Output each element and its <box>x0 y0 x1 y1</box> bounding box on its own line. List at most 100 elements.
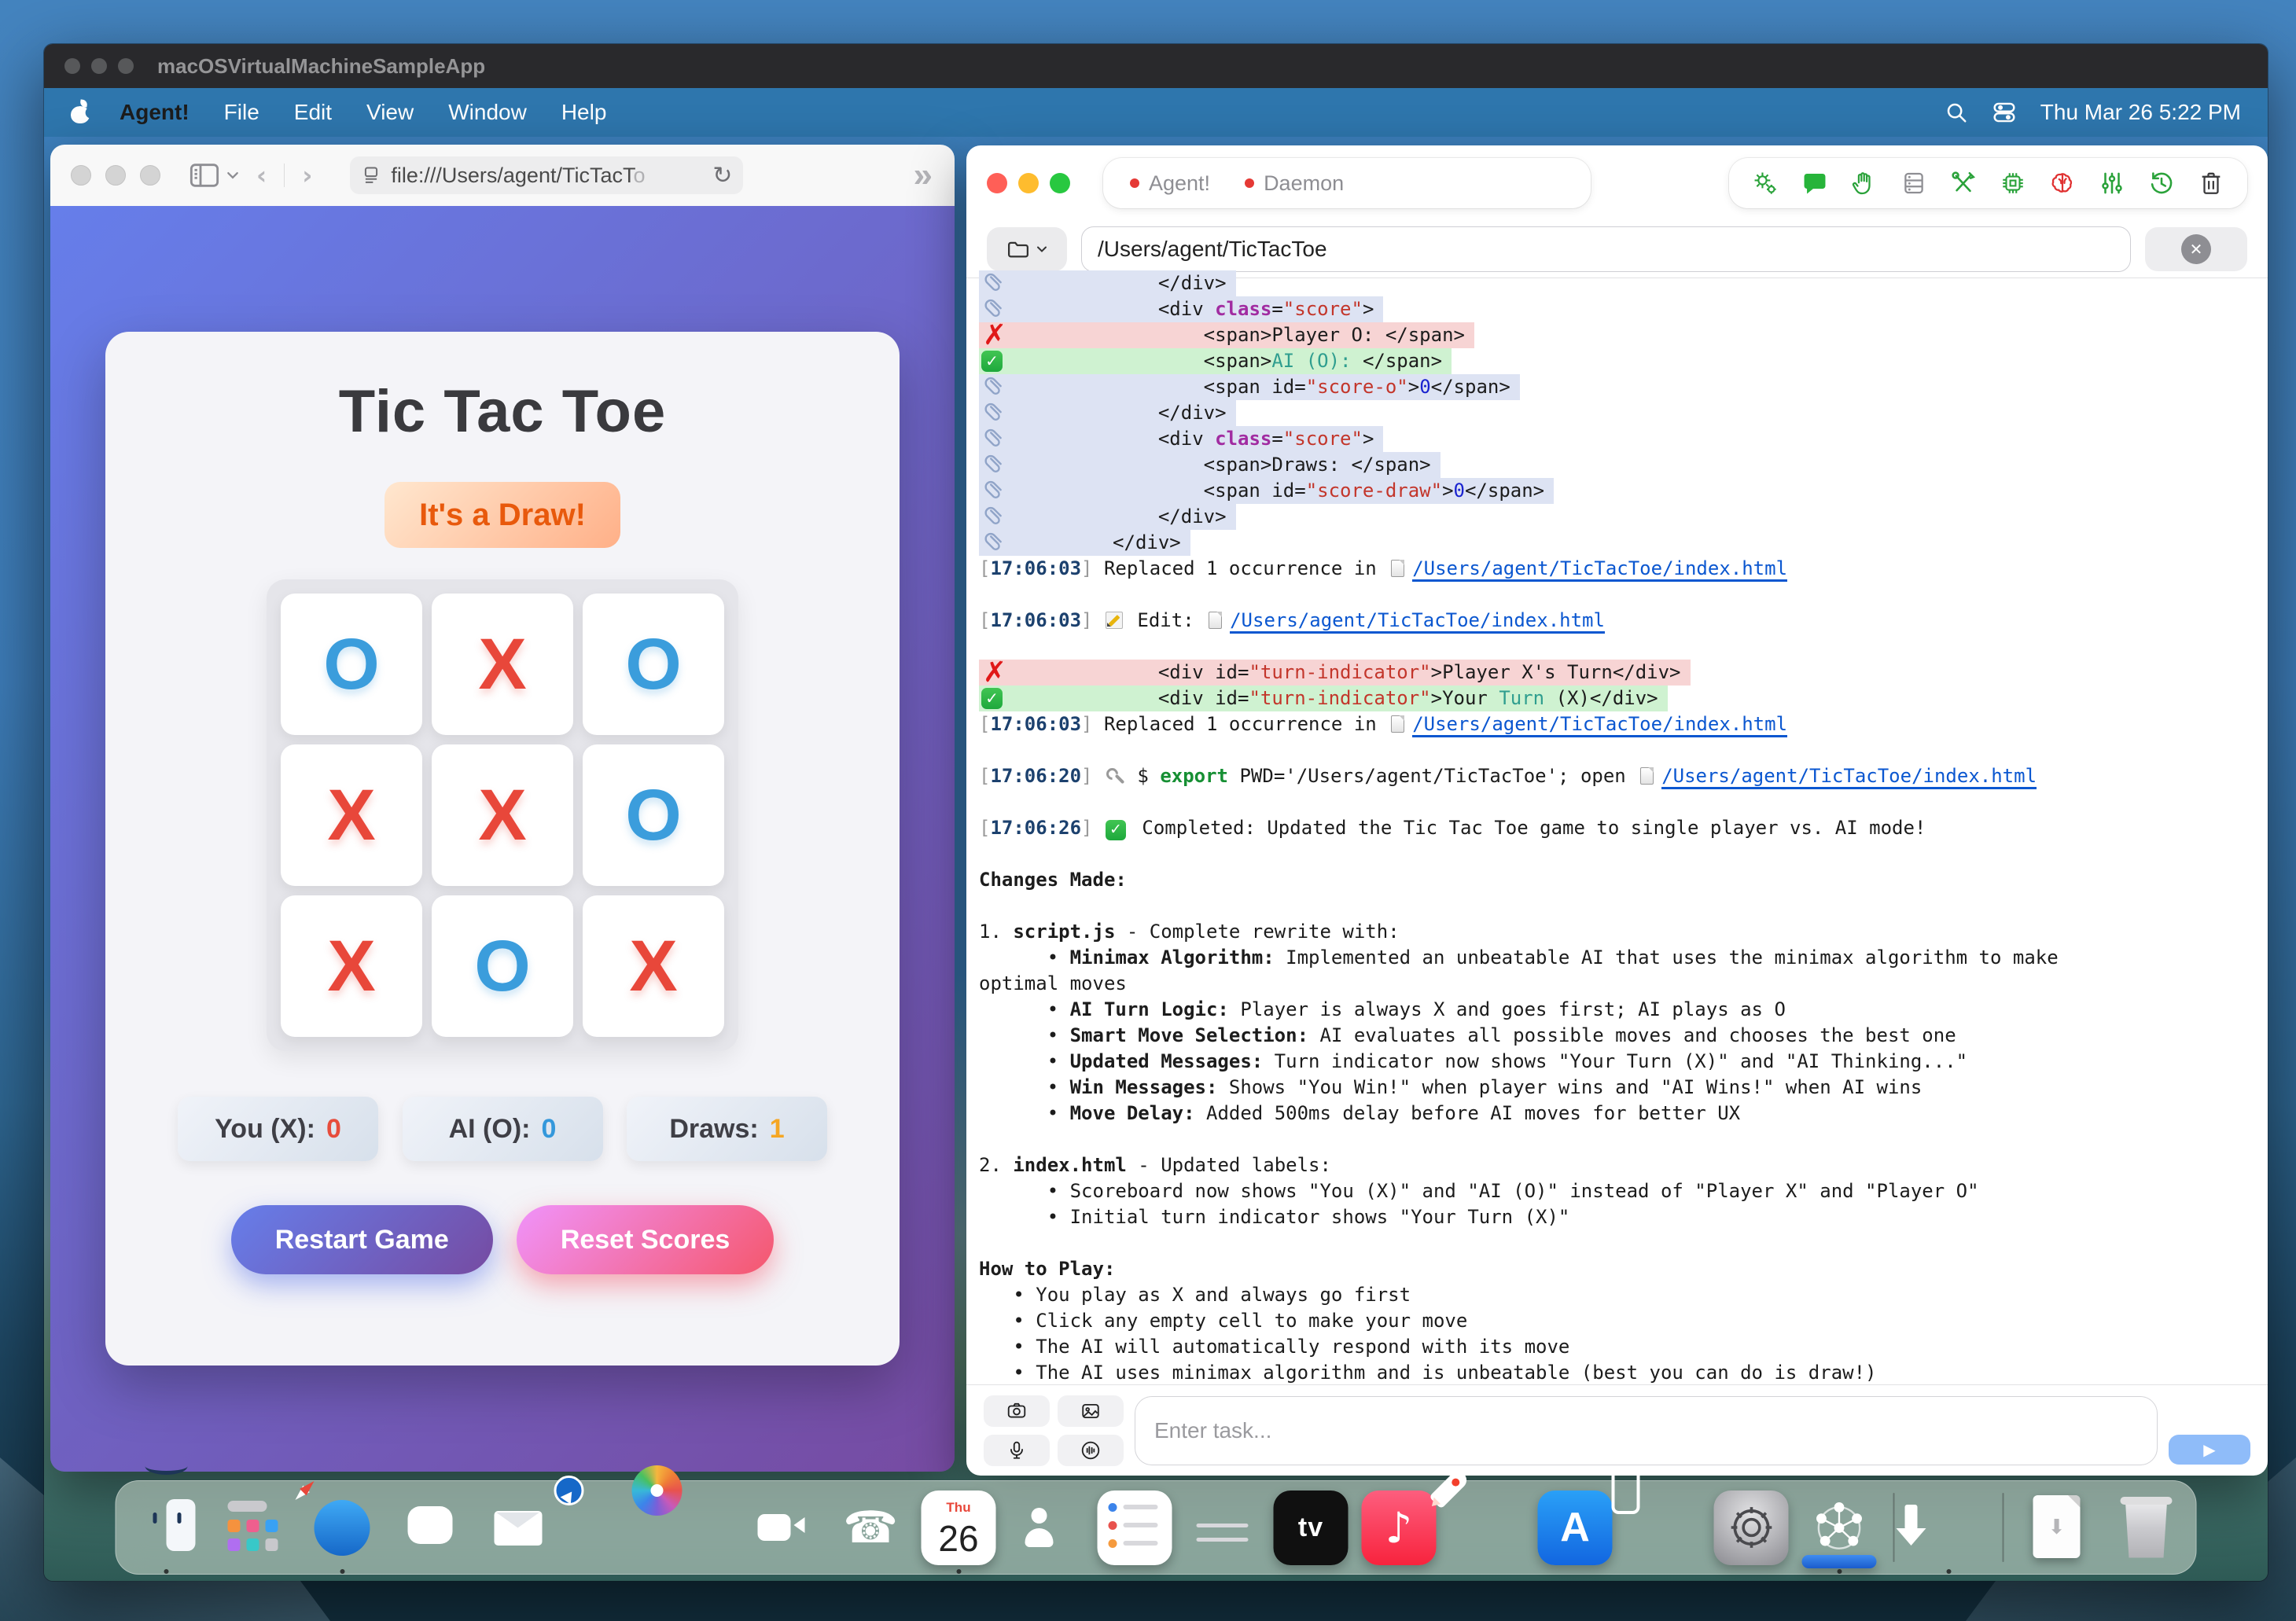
tools-icon[interactable] <box>1949 169 1978 197</box>
safari-zoom-button[interactable] <box>140 165 160 186</box>
search-icon[interactable] <box>1945 101 1968 124</box>
network-icon[interactable] <box>1802 1555 1877 1568</box>
toolbar-overflow-button[interactable]: » <box>914 156 934 195</box>
path-input[interactable] <box>1081 226 2131 272</box>
agent-minimize-button[interactable] <box>1018 173 1039 193</box>
dock-item-rocket[interactable] <box>1450 1491 1525 1565</box>
board-cell[interactable]: X <box>281 744 422 886</box>
tv-icon[interactable]: tv <box>1274 1491 1349 1565</box>
chat-icon[interactable] <box>1801 169 1829 197</box>
agent-close-button[interactable] <box>987 173 1007 193</box>
screenshot-button[interactable] <box>984 1395 1050 1427</box>
apple-menu-icon[interactable] <box>71 101 90 123</box>
hand-icon[interactable] <box>1850 169 1878 197</box>
tab-daemon[interactable]: Daemon <box>1245 171 1344 196</box>
dock-item-messages[interactable] <box>393 1491 468 1565</box>
reset-scores-button[interactable]: Reset Scores <box>517 1205 774 1274</box>
microphone-button[interactable] <box>984 1435 1050 1466</box>
sliders-icon[interactable] <box>2098 169 2126 197</box>
log-spacer <box>979 582 2255 608</box>
board-cell[interactable]: O <box>583 594 724 735</box>
board-cell[interactable]: X <box>583 895 724 1037</box>
clear-path-button[interactable]: ✕ <box>2181 234 2211 264</box>
vm-close-button[interactable] <box>64 58 80 74</box>
folder-picker-button[interactable] <box>987 227 1067 271</box>
task-input[interactable] <box>1135 1396 2158 1465</box>
diff-line-ctx: <span>Draws: </span> <box>979 452 2255 478</box>
reminders-icon[interactable] <box>1098 1491 1172 1565</box>
log-line: [17:06:20] $ export PWD='/Users/agent/Ti… <box>979 763 2255 789</box>
dock-item-trash[interactable] <box>2109 1491 2184 1565</box>
menu-help[interactable]: Help <box>561 100 607 125</box>
dock-item-network[interactable] <box>1802 1491 1877 1565</box>
dock-item-photos[interactable] <box>657 1491 732 1565</box>
board-cell[interactable]: X <box>432 594 573 735</box>
dock-item-phone[interactable]: ☎ <box>833 1491 908 1565</box>
history-icon[interactable] <box>2147 169 2176 197</box>
file-link[interactable]: /Users/agent/TicTacToe/index.html <box>1412 557 1787 582</box>
dock-item-document[interactable] <box>2021 1491 2095 1565</box>
send-button[interactable]: ▶ <box>2169 1435 2250 1465</box>
vm-minimize-button[interactable] <box>91 58 107 74</box>
running-indicator <box>1837 1569 1842 1574</box>
server-icon[interactable] <box>1900 169 1928 197</box>
dock-item-downloads[interactable] <box>1911 1491 1986 1565</box>
safari-close-button[interactable] <box>71 165 91 186</box>
sidebar-toggle-button[interactable] <box>189 162 239 189</box>
agent-log[interactable]: </div> <div class="score">✗ <span>Player… <box>966 270 2268 1384</box>
file-link[interactable]: /Users/agent/TicTacToe/index.html <box>1412 713 1787 737</box>
gears-icon[interactable] <box>1751 169 1779 197</box>
calendar-icon[interactable]: Thu26 <box>922 1491 996 1565</box>
address-bar[interactable]: file:///Users/agent/TicTacTo ↻ <box>350 156 743 194</box>
dock-item-calendar[interactable]: Thu26 <box>922 1491 996 1565</box>
trash-icon[interactable] <box>2197 169 2225 197</box>
menu-window[interactable]: Window <box>448 100 527 125</box>
menu-file[interactable]: File <box>224 100 259 125</box>
control-center-icon[interactable] <box>1992 101 2017 124</box>
reload-icon[interactable]: ↻ <box>712 162 732 189</box>
dock-item-safari[interactable] <box>305 1491 380 1565</box>
board-cell[interactable]: X <box>281 895 422 1037</box>
file-link[interactable]: /Users/agent/TicTacToe/index.html <box>1230 609 1605 634</box>
dock-item-notes[interactable] <box>1186 1491 1260 1565</box>
settings-icon[interactable] <box>1714 1491 1789 1565</box>
mic-icon <box>1006 1440 1027 1461</box>
board-cell[interactable]: X <box>432 744 573 886</box>
dock-item-launchpad[interactable] <box>217 1491 292 1565</box>
dock-item-tv[interactable]: tv <box>1274 1491 1349 1565</box>
chip-icon[interactable] <box>1999 169 2027 197</box>
dock-item-appstore[interactable]: A <box>1538 1491 1613 1565</box>
vm-zoom-button[interactable] <box>118 58 134 74</box>
back-button[interactable]: ‹ <box>247 160 276 190</box>
board-cell[interactable]: O <box>432 895 573 1037</box>
menu-clock[interactable]: Thu Mar 26 5:22 PM <box>2040 100 2241 125</box>
dock-item-finder[interactable] <box>129 1491 204 1565</box>
board-cell[interactable]: O <box>583 744 724 886</box>
dock-item-mail[interactable] <box>481 1491 556 1565</box>
restart-game-button[interactable]: Restart Game <box>231 1205 493 1274</box>
safari-minimize-button[interactable] <box>105 165 126 186</box>
dock-item-music[interactable]: ♪ <box>1362 1491 1437 1565</box>
tab-agent[interactable]: Agent! <box>1130 171 1210 196</box>
agent-zoom-button[interactable] <box>1050 173 1070 193</box>
dock-item-contacts[interactable] <box>1010 1491 1084 1565</box>
brain-icon[interactable] <box>2048 169 2077 197</box>
dock-item-maps[interactable] <box>569 1491 644 1565</box>
dock-item-reminders[interactable] <box>1098 1491 1172 1565</box>
menu-edit[interactable]: Edit <box>294 100 332 125</box>
image-attach-button[interactable] <box>1058 1395 1124 1427</box>
forward-button[interactable]: › <box>293 160 322 190</box>
dock-item-facetime[interactable] <box>745 1491 820 1565</box>
board-cell[interactable]: O <box>281 594 422 735</box>
dock-item-settings[interactable] <box>1714 1491 1789 1565</box>
removed-icon: ✗ <box>981 322 1008 348</box>
voice-button[interactable] <box>1058 1435 1124 1466</box>
menu-agent[interactable]: Agent! <box>120 100 189 125</box>
log-line: • Initial turn indicator shows "Your Tur… <box>979 1204 2255 1230</box>
file-link[interactable]: /Users/agent/TicTacToe/index.html <box>1661 765 2037 789</box>
dock-item-iphone-mirroring[interactable] <box>1626 1491 1701 1565</box>
music-icon[interactable]: ♪ <box>1362 1491 1437 1565</box>
vm-titlebar[interactable]: macOSVirtualMachineSampleApp <box>44 44 2268 88</box>
appstore-icon[interactable]: A <box>1538 1491 1613 1565</box>
menu-view[interactable]: View <box>366 100 414 125</box>
